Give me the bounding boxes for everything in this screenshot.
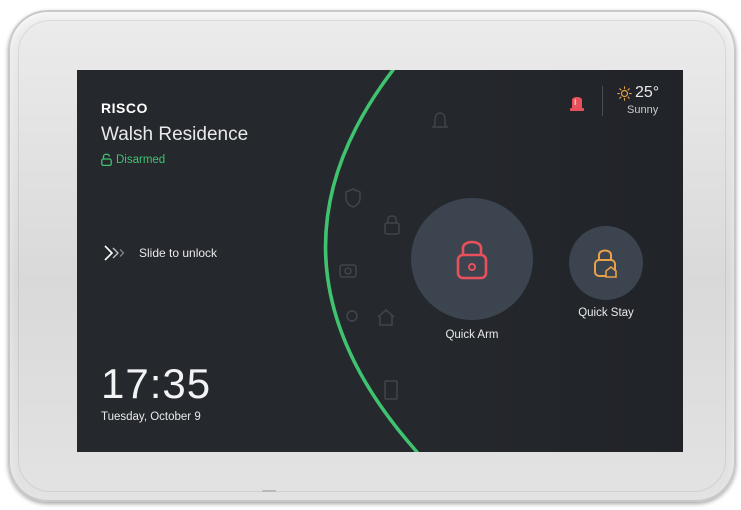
header-divider	[602, 86, 603, 116]
weather-widget[interactable]: 25° Sunny	[617, 84, 677, 116]
clock-date: Tuesday, October 9	[101, 411, 201, 423]
ghost-camera-icon	[339, 264, 357, 278]
chevrons-right-icon	[104, 245, 125, 261]
alarm-siren-icon[interactable]	[568, 92, 586, 112]
clock-time: 17:35	[101, 360, 212, 407]
temperature: 25°	[635, 84, 660, 101]
weather-condition: Sunny	[627, 104, 659, 116]
slide-to-unlock[interactable]: Slide to unlock	[103, 244, 217, 262]
sun-icon	[617, 85, 632, 101]
quick-arm-button[interactable]	[411, 198, 533, 320]
unlocked-icon	[101, 153, 112, 166]
touch-screen: RISCO Walsh Residence Disarmed Slide to …	[77, 70, 683, 452]
slide-label: Slide to unlock	[139, 246, 218, 260]
ghost-lock-icon	[384, 215, 400, 235]
home-lock-icon	[594, 249, 617, 278]
system-status: Disarmed	[101, 153, 165, 166]
lock-icon	[456, 240, 488, 280]
ghost-settings-icon	[346, 310, 358, 322]
ghost-shield-icon	[345, 188, 361, 208]
brand-logo: RISCO	[101, 100, 148, 116]
ghost-home-icon	[377, 309, 395, 326]
quick-arm-label: Quick Arm	[445, 329, 499, 341]
residence-name: Walsh Residence	[101, 124, 249, 145]
quick-stay-button[interactable]	[569, 226, 643, 300]
device-seam	[262, 490, 276, 492]
status-label: Disarmed	[116, 153, 166, 166]
ghost-bell-icon	[432, 112, 448, 128]
ghost-door-icon	[384, 380, 398, 400]
quick-stay-label: Quick Stay	[578, 307, 634, 319]
